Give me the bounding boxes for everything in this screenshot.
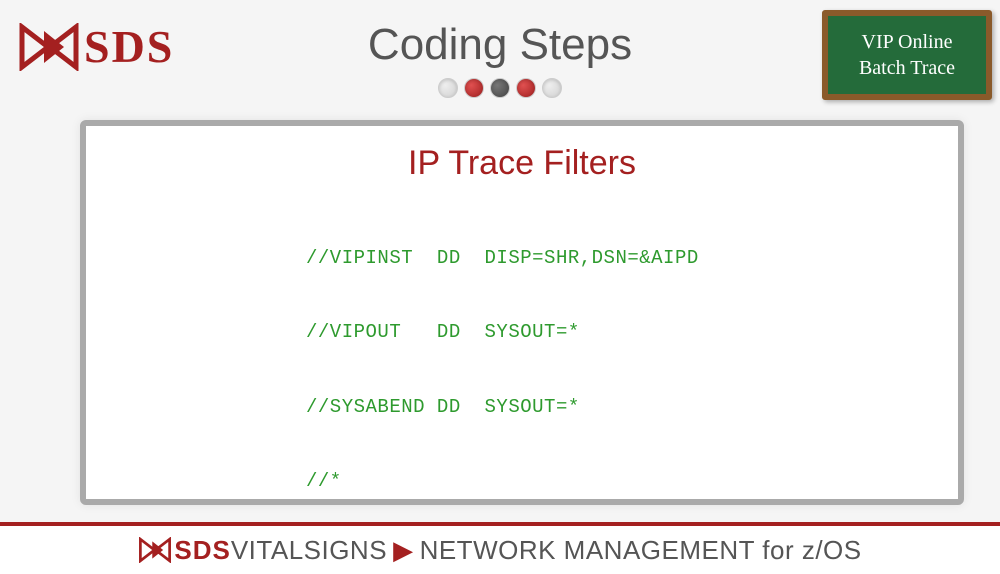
chalkboard-line2: Batch Trace [828, 55, 986, 81]
dot-5 [542, 78, 562, 98]
logo: SDS [18, 20, 174, 73]
content-frame: IP Trace Filters //VIPINST DD DISP=SHR,D… [80, 120, 964, 505]
code-block: //VIPINST DD DISP=SHR,DSN=&AIPD //VIPOUT… [306, 197, 958, 505]
header: SDS Coding Steps VIP Online Batch Trace [0, 0, 1000, 100]
dot-4 [516, 78, 536, 98]
footer-rest: NETWORK MANAGEMENT for z/OS [420, 535, 862, 566]
footer: SDS VITALSIGNS ▶ NETWORK MANAGEMENT for … [0, 522, 1000, 574]
footer-sds: SDS [174, 535, 230, 566]
dot-1 [438, 78, 458, 98]
sds-logo-icon [138, 537, 172, 563]
code-line: //* [306, 469, 958, 494]
page-title: Coding Steps [368, 20, 632, 70]
play-icon: ▶ [393, 535, 414, 566]
chalkboard-line1: VIP Online [828, 29, 986, 55]
footer-vitalsigns: VITALSIGNS [231, 535, 387, 566]
chalkboard: VIP Online Batch Trace [822, 10, 992, 100]
code-line: //VIPINST DD DISP=SHR,DSN=&AIPD [306, 246, 958, 271]
sds-logo-icon [18, 23, 80, 71]
progress-dots [438, 78, 562, 98]
code-line: //VIPOUT DD SYSOUT=* [306, 320, 958, 345]
code-line: //SYSABEND DD SYSOUT=* [306, 395, 958, 420]
dot-3 [490, 78, 510, 98]
content-title: IP Trace Filters [86, 144, 958, 183]
dot-2 [464, 78, 484, 98]
logo-text: SDS [84, 20, 174, 73]
